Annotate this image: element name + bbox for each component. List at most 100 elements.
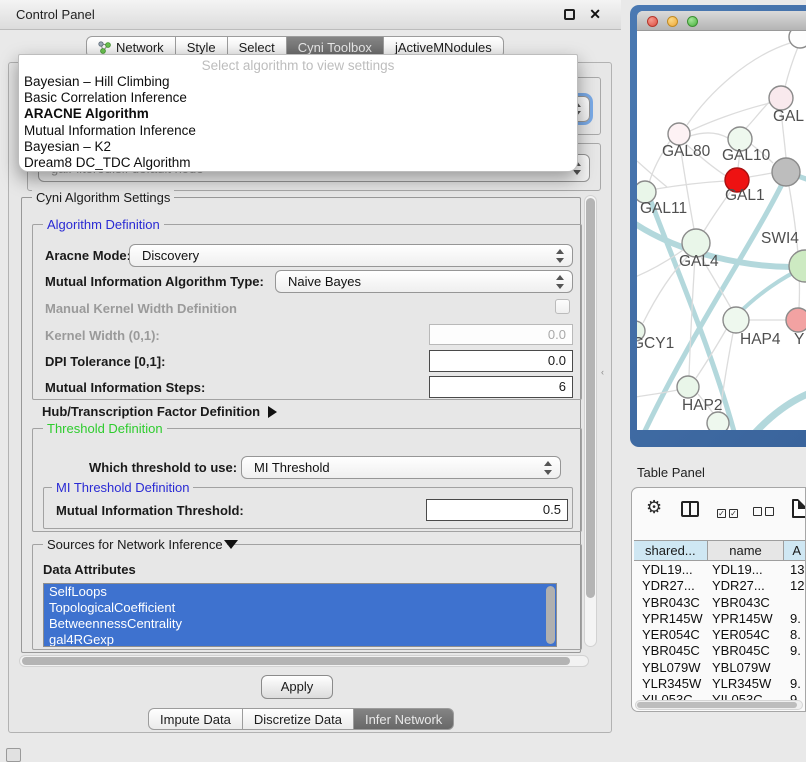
column-header-shared-name[interactable]: shared...	[634, 541, 708, 560]
table-horizontal-scrollbar[interactable]	[635, 700, 803, 710]
list-item[interactable]: TopologicalCoefficient	[44, 600, 556, 616]
tab-infer-network[interactable]: Infer Network	[354, 708, 454, 730]
settings-vertical-scrollbar[interactable]	[584, 195, 597, 647]
which-threshold-combobox[interactable]: MI Threshold	[241, 456, 561, 479]
table-row[interactable]: YPR145WYPR145W9.	[634, 611, 806, 627]
table-row[interactable]: YDL19...YDL19...13	[634, 562, 806, 578]
threshold-definition-group: Threshold Definition Which threshold to …	[32, 428, 582, 532]
mi-threshold-definition-group: MI Threshold Definition Mutual Informati…	[43, 487, 573, 529]
tab-label: Style	[187, 40, 216, 55]
mi-threshold-field[interactable]: 0.5	[426, 499, 568, 521]
scrollbar-thumb[interactable]	[22, 657, 570, 665]
dropdown-item-selected[interactable]: ARACNE Algorithm	[19, 106, 577, 122]
zoom-window-icon[interactable]	[687, 16, 698, 27]
dpi-tolerance-label: DPI Tolerance [0,1]:	[45, 354, 165, 369]
dropdown-item[interactable]: Mutual Information Inference	[19, 123, 577, 139]
mi-algorithm-type-value: Naive Bayes	[288, 271, 361, 293]
mi-algorithm-type-combobox[interactable]: Naive Bayes	[275, 270, 573, 293]
float-panel-icon[interactable]	[564, 9, 575, 20]
tab-impute-data[interactable]: Impute Data	[148, 708, 243, 730]
manual-kernel-width-checkbox	[555, 299, 570, 314]
mi-steps-field[interactable]: 6	[429, 376, 573, 398]
algorithm-definition-title: Algorithm Definition	[43, 217, 164, 232]
mi-threshold-definition-title: MI Threshold Definition	[52, 480, 193, 495]
aracne-mode-value: Discovery	[142, 245, 199, 267]
table-panel-title: Table Panel	[637, 465, 705, 480]
splitter-handle[interactable]: ‹	[601, 367, 608, 376]
tab-discretize-data[interactable]: Discretize Data	[243, 708, 354, 730]
minimize-window-icon[interactable]	[667, 16, 678, 27]
mi-steps-label: Mutual Information Steps:	[45, 380, 205, 395]
column-header-partial[interactable]: A	[784, 541, 806, 560]
node-label: GAL1	[725, 187, 765, 204]
minimized-panel-icon[interactable]	[6, 748, 21, 762]
sources-title: Sources for Network Inference	[43, 537, 227, 552]
apply-button[interactable]: Apply	[261, 675, 333, 699]
kernel-width-field: 0.0	[429, 324, 573, 345]
data-attributes-list[interactable]: SelfLoops TopologicalCoefficient Between…	[43, 583, 557, 647]
threshold-definition-title: Threshold Definition	[43, 421, 167, 436]
scrollbar-thumb[interactable]	[637, 702, 797, 708]
node-label: GAL	[773, 108, 804, 125]
app-window: Control Panel ✕ Network Style Select Cyn…	[0, 0, 806, 762]
algorithm-definition-group: Algorithm Definition Aracne Mode: Discov…	[32, 224, 582, 400]
table-row[interactable]: YBL079WYBL079W	[634, 660, 806, 676]
collapse-down-icon[interactable]	[224, 540, 238, 549]
column-header-name[interactable]: name	[708, 541, 785, 560]
node-label: GCY1	[637, 335, 674, 352]
network-node-hap4[interactable]	[723, 307, 749, 333]
kernel-width-label: Kernel Width (0,1):	[45, 328, 160, 343]
aracne-mode-combobox[interactable]: Discovery	[129, 244, 573, 267]
dropdown-item[interactable]: Bayesian – Hill Climbing	[19, 74, 577, 90]
hub-tf-label: Hub/Transcription Factor Definition	[42, 404, 260, 419]
dpi-tolerance-field[interactable]: 0.0	[429, 350, 573, 372]
table-header-row: shared... name A	[634, 540, 806, 561]
tab-label: Cyni Toolbox	[298, 40, 372, 55]
algorithm-dropdown-popup: Select algorithm to view settings Bayesi…	[18, 54, 578, 172]
close-window-icon[interactable]	[647, 16, 658, 27]
node-label: Y	[794, 331, 804, 348]
tab-label: Select	[239, 40, 275, 55]
gear-icon[interactable]: ⚙	[646, 497, 662, 518]
network-node-y[interactable]	[786, 308, 806, 332]
settings-horizontal-scrollbar[interactable]	[19, 655, 589, 667]
node-label: HAP2	[682, 397, 723, 414]
table-row[interactable]: YBR043CYBR043C	[634, 595, 806, 611]
list-item[interactable]: gal4RGexp	[44, 632, 556, 647]
mi-threshold-label: Mutual Information Threshold:	[56, 503, 244, 518]
network-node-gal7[interactable]	[769, 86, 793, 110]
network-canvas[interactable]: GAL80 GAL10 GAL1 GAL11 GAL4 SWI4 GCY1 HA…	[637, 31, 806, 430]
network-node-hap2[interactable]	[677, 376, 699, 398]
network-node-gray[interactable]	[772, 158, 800, 186]
tab-label: Network	[116, 40, 164, 55]
network-node[interactable]	[789, 31, 806, 48]
manual-kernel-width-label: Manual Kernel Width Definition	[45, 301, 237, 316]
deselect-all-checkboxes-icon[interactable]	[753, 504, 777, 519]
node-label: GAL10	[722, 147, 771, 164]
dropdown-item[interactable]: Bayesian – K2	[19, 139, 577, 155]
network-node-gal80[interactable]	[668, 123, 690, 145]
table-row[interactable]: YLR345WYLR345W9.	[634, 676, 806, 692]
network-node[interactable]	[707, 412, 729, 430]
close-panel-icon[interactable]: ✕	[589, 6, 601, 23]
select-all-checkboxes-icon[interactable]: ✓✓	[717, 504, 741, 519]
cyni-bottom-tabs: Impute Data Discretize Data Infer Networ…	[148, 708, 454, 730]
list-scrollbar-thumb[interactable]	[546, 586, 555, 644]
network-window-titlebar[interactable]	[637, 11, 806, 31]
network-node-swi4[interactable]	[789, 250, 806, 282]
table-row[interactable]: YBR045CYBR045C9.	[634, 643, 806, 659]
table-toolbar: ⚙ ✓✓	[632, 488, 805, 538]
list-item[interactable]: SelfLoops	[44, 584, 556, 600]
list-item[interactable]: BetweennessCentrality	[44, 616, 556, 632]
table-row[interactable]: YDR27...YDR27...12	[634, 578, 806, 594]
hub-tf-expander[interactable]: Hub/Transcription Factor Definition	[42, 404, 277, 419]
which-threshold-value: MI Threshold	[254, 457, 330, 479]
table-row[interactable]: YER054CYER054C8.	[634, 627, 806, 643]
dropdown-item[interactable]: Basic Correlation Inference	[19, 90, 577, 106]
scrollbar-thumb[interactable]	[586, 198, 595, 598]
dropdown-item[interactable]: Dream8 DC_TDC Algorithm	[19, 155, 577, 171]
table-panel: ⚙ ✓✓ shared... name A YDL19...YDL19...13…	[631, 487, 806, 712]
export-table-icon[interactable]	[792, 499, 806, 518]
node-label: SWI4	[761, 230, 799, 247]
columns-icon[interactable]	[681, 501, 699, 517]
